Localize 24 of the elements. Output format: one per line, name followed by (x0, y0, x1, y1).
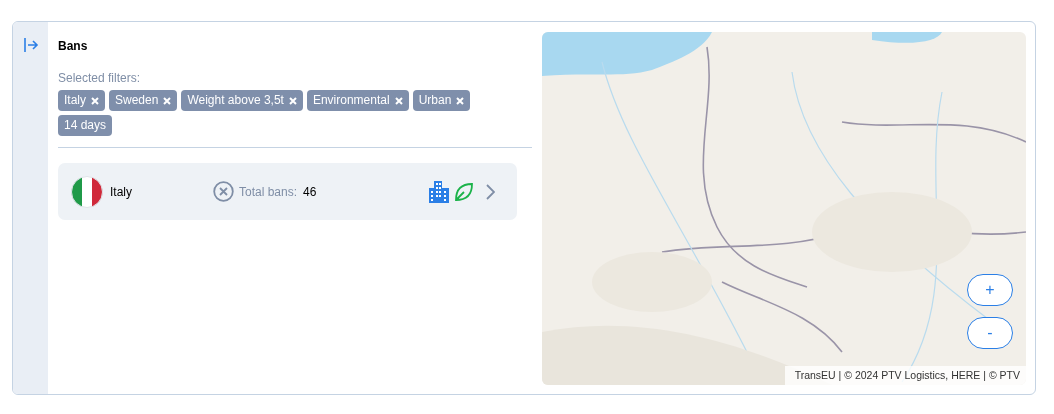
filters-label: Selected filters: (58, 71, 142, 85)
map-attribution: TransEU | © 2024 PTV Logistics, HERE | © PTV (784, 366, 1026, 385)
remove-icon[interactable] (91, 96, 99, 105)
remove-icon[interactable] (288, 96, 297, 105)
buildings-icon (429, 180, 449, 203)
ban-icon (213, 181, 234, 202)
remove-icon[interactable] (163, 96, 172, 105)
filter-chip[interactable]: Italy (58, 90, 105, 111)
filter-chip[interactable]: Urban (412, 90, 471, 111)
remove-icon[interactable] (456, 96, 465, 105)
filter-chip[interactable]: Sweden (109, 90, 178, 111)
flag-icon (71, 175, 103, 208)
filter-chip[interactable]: 14 days (58, 115, 113, 136)
leaf-icon (454, 181, 474, 202)
country-row[interactable]: Italy Total bans: 46 (58, 163, 517, 220)
total-value: 46 (303, 184, 317, 199)
total-label: Total bans: (239, 184, 298, 199)
panel-title: Bans (58, 39, 89, 53)
country-name: Italy (110, 184, 133, 199)
filter-chip[interactable]: Environmental (306, 90, 409, 111)
filter-chip[interactable]: Weight above 3,5t (181, 90, 303, 111)
remove-icon[interactable] (394, 96, 403, 105)
expand-icon[interactable] (22, 37, 39, 53)
chevron-icon[interactable] (486, 183, 495, 200)
